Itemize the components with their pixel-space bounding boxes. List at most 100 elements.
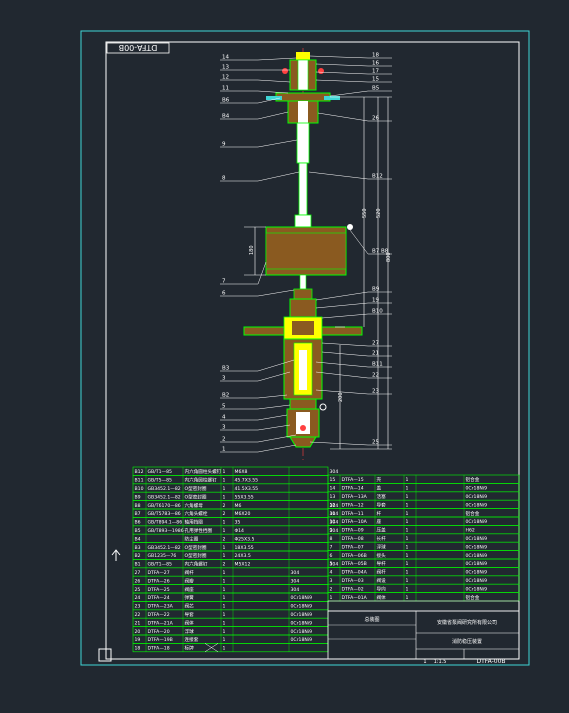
bom-cell: 浮球 (377, 543, 387, 550)
bom-cell: H62 (466, 528, 475, 534)
bom-cell: 0Cr18Ni9 (291, 595, 313, 601)
bom-cell: DTFA—15 (342, 477, 364, 483)
bom-cell: M6X8 (235, 469, 248, 475)
bom-cell: GB/T893—1986 (148, 528, 184, 534)
balloon-label-right: 26 (372, 116, 379, 122)
bom-cell: 铝合金 (466, 476, 480, 483)
bom-cell: GB3452.1—82 (148, 545, 181, 551)
bom-cell: 304 (291, 578, 300, 584)
balloon-label-left: 11 (222, 86, 229, 92)
bom-cell: 1 (223, 646, 226, 652)
bom-cell: B8 (135, 503, 141, 509)
bom-cell: 1 (223, 612, 226, 618)
bom-cell: 铝合金 (466, 594, 480, 601)
bom-cell: 阀芯 (185, 603, 195, 610)
bom-cell: 1 (223, 595, 226, 601)
balloon-label-left: 12 (222, 75, 229, 81)
bom-cell: M6 (235, 503, 242, 509)
bom-cell: 10 (330, 519, 336, 525)
balloon-label-right: 27 (372, 341, 379, 347)
bom-cell: 阀杆 (377, 569, 387, 576)
bom-cell: B6 (135, 520, 141, 526)
bom-cell: DTFA—07 (342, 544, 364, 550)
bom-cell: 连接套 (185, 636, 199, 643)
bom-cell: 5 (330, 561, 333, 567)
bom-cell: DTFA—21A (148, 620, 174, 626)
bom-cell: 0Cr18Ni9 (466, 494, 488, 500)
bom-cell: GB/T5783—86 (148, 511, 181, 517)
bom-cell: 18 (135, 646, 141, 652)
bom-cell: 0Cr18Ni9 (466, 486, 488, 492)
bom-cell: 1 (406, 578, 409, 584)
bom-cell: GB/T6170—86 (148, 503, 181, 509)
float-ball (265, 224, 353, 276)
bom-cell: 0Cr18Ni9 (466, 519, 488, 525)
bom-cell: 阀座 (185, 586, 195, 593)
balloon-label-left: 13 (222, 65, 229, 71)
bom-cell: 1 (223, 620, 226, 626)
bom-cell: O型密封圈 (185, 544, 207, 551)
bom-cell: 20 (135, 629, 141, 635)
top-cap (266, 52, 340, 124)
balloon-label-left: 1 (222, 447, 226, 453)
bom-cell: GB3452.1—82 (148, 494, 181, 500)
bom-table: B12 GB/T1—85 内六角圆柱头螺钉 1 M6X8 304B11 GB/T5—85 内六… (132, 466, 520, 665)
bom-cell: 长杆 (377, 535, 387, 542)
bom-cell: 1 (223, 553, 226, 559)
bom-cell: 防尘圈 (185, 535, 199, 542)
bom-cell: DTFA—23A (148, 604, 174, 610)
bom-cell: 接头 (377, 552, 387, 559)
bom-cell: 活塞 (377, 493, 387, 500)
cad-drawing: DTFA-00B 550 520 800 180 200 14131211B6B… (80, 30, 530, 666)
bom-cell: 19 (135, 637, 141, 643)
bom-cell: 压盖 (377, 527, 387, 534)
balloon-label-right: 16 (372, 61, 379, 67)
bom-cell: 0Cr18Ni9 (466, 570, 488, 576)
bom-cell: 2 (223, 511, 226, 517)
balloon-label-left: 5 (222, 404, 226, 410)
bom-cell: DTFA—22 (148, 612, 170, 618)
bom-cell: 24X3.5 (235, 553, 251, 559)
bom-cell: 2 (223, 503, 226, 509)
bom-cell: 标牌 (185, 645, 195, 652)
bom-cell: DTFA—24 (148, 595, 170, 601)
bom-cell: 304 (291, 587, 300, 593)
bom-cell: GB/T1—85 (148, 469, 173, 475)
bom-cell: 24 (135, 595, 141, 601)
balloon-label-right: 17 (372, 69, 379, 75)
bom-cell: DTFA—12 (342, 502, 364, 508)
bom-cell: 12 (330, 502, 336, 508)
bom-cell: 1 (223, 494, 226, 500)
bom-cell: 阀体 (377, 594, 387, 601)
company-name: 安徽省泵阀研究所有限公司 (437, 619, 497, 626)
bom-cell: 1 (223, 570, 226, 576)
bom-cell: 8 (330, 536, 333, 542)
bom-cell: 35 (235, 520, 241, 526)
bom-cell: 1 (406, 544, 409, 550)
bom-cell: 内六角螺钉 (185, 561, 208, 568)
balloon-label-right: 25 (372, 440, 379, 446)
ucs-icon (98, 549, 121, 662)
bom-cell: DTFA—04A (342, 570, 368, 576)
balloon-label-left: 2 (222, 437, 226, 443)
bom-cell: 1 (406, 553, 409, 559)
bom-cell: 0Cr18Ni9 (291, 620, 313, 626)
sheet: 1 (423, 659, 426, 665)
balloon-label-right: 15 (372, 77, 379, 83)
balloon-label-left: 3 (222, 376, 226, 382)
balloon-label-left: 4 (222, 415, 226, 421)
bom-cell: B9 (135, 494, 141, 500)
bom-cell: GB/T1—85 (148, 562, 173, 568)
balloon-label-left: 3 (222, 425, 226, 431)
bom-cell: O型密封圈 (185, 485, 207, 492)
bom-cell: B7 (135, 511, 141, 517)
bom-cell: DTFA—25 (148, 587, 170, 593)
balloon-label-left: 9 (222, 142, 226, 148)
bom-cell: 1 (406, 502, 409, 508)
balloon-label-right: B11 (372, 362, 383, 368)
bom-cell: 11 (330, 511, 336, 517)
bom-cell: DTFA—14 (342, 486, 364, 492)
bom-cell: 1 (223, 629, 226, 635)
bom-cell: 导向 (377, 585, 387, 592)
bom-cell: DTFA—13A (342, 494, 368, 500)
